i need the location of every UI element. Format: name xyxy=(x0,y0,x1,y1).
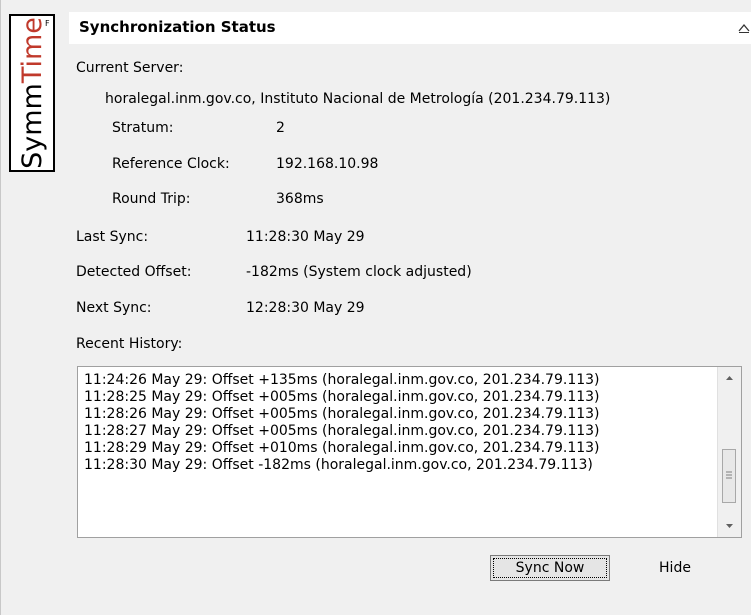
last-sync-label: Last Sync: xyxy=(76,229,149,245)
logo-mark: F xyxy=(45,19,50,28)
history-entry: 11:24:26 May 29: Offset +135ms (horalega… xyxy=(84,372,600,388)
scroll-thumb[interactable] xyxy=(722,449,736,503)
next-sync-value: 12:28:30 May 29 xyxy=(246,300,365,316)
last-sync-value: 11:28:30 May 29 xyxy=(246,229,365,245)
recent-history-list[interactable]: 11:24:26 May 29: Offset +135ms (horalega… xyxy=(77,366,742,538)
chevron-up-icon[interactable] xyxy=(736,20,751,36)
stratum-value: 2 xyxy=(276,120,285,136)
recent-history-label: Recent History: xyxy=(76,336,183,352)
history-entry: 11:28:29 May 29: Offset +010ms (horalega… xyxy=(84,440,600,456)
scroll-down-arrow-icon[interactable] xyxy=(718,515,741,537)
history-entry: 11:28:25 May 29: Offset +005ms (horalega… xyxy=(84,389,600,405)
detected-offset-value: -182ms (System clock adjusted) xyxy=(246,264,472,280)
scroll-up-arrow-icon[interactable] xyxy=(718,367,741,389)
logo-text: SymmTime xyxy=(17,17,48,169)
reference-clock-label: Reference Clock: xyxy=(112,156,230,172)
history-entry: 11:28:26 May 29: Offset +005ms (horalega… xyxy=(84,406,600,422)
history-scrollbar[interactable] xyxy=(717,367,741,537)
sync-now-label: Sync Now xyxy=(493,558,607,578)
history-lines: 11:24:26 May 29: Offset +135ms (horalega… xyxy=(84,372,714,474)
round-trip-value: 368ms xyxy=(276,191,324,207)
hide-button[interactable]: Hide xyxy=(635,555,715,581)
reference-clock-value: 192.168.10.98 xyxy=(276,156,379,172)
next-sync-label: Next Sync: xyxy=(76,300,152,316)
symmtime-logo: SymmTime F xyxy=(9,14,55,172)
stratum-label: Stratum: xyxy=(112,120,174,136)
current-server-label: Current Server: xyxy=(76,60,184,76)
history-entry: 11:28:27 May 29: Offset +005ms (horalega… xyxy=(84,423,600,439)
section-title: Synchronization Status xyxy=(79,18,276,36)
detected-offset-label: Detected Offset: xyxy=(76,264,192,280)
sync-now-button[interactable]: Sync Now xyxy=(490,555,610,581)
section-header: Synchronization Status xyxy=(69,12,751,44)
sync-status-window: SymmTime F Synchronization Status Curren… xyxy=(0,0,751,615)
history-entry: 11:28:30 May 29: Offset -182ms (horalega… xyxy=(84,457,593,473)
round-trip-label: Round Trip: xyxy=(112,191,191,207)
current-server-value: horalegal.inm.gov.co, Instituto Nacional… xyxy=(105,91,611,107)
